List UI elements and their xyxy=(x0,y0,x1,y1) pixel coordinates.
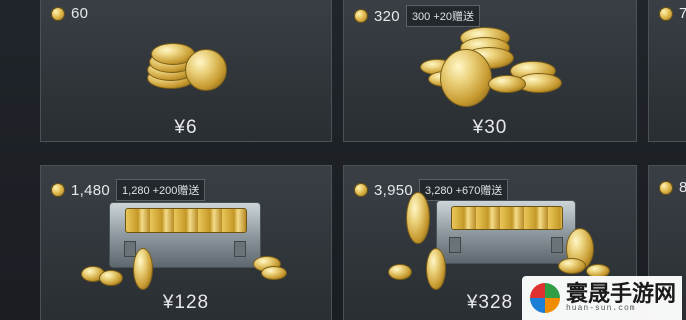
package-amount: 320 xyxy=(374,7,400,25)
gold-coin-icon xyxy=(51,6,65,21)
package-amount: 8 xyxy=(679,179,686,196)
coin-stack-image xyxy=(139,41,239,103)
watermark-text: 寰晟手游网 huan-sun.com xyxy=(566,282,676,313)
gold-coin-icon xyxy=(354,9,368,23)
package-amount: 60 xyxy=(71,5,89,22)
package-card-60[interactable]: 60 ¥6 xyxy=(40,0,332,142)
site-watermark: 寰晟手游网 huan-sun.com xyxy=(522,276,682,320)
coin-pile-image xyxy=(420,21,570,113)
site-logo-icon xyxy=(530,283,560,313)
gold-coin-icon xyxy=(51,183,65,197)
package-header: 60 xyxy=(51,5,88,22)
gold-coin-icon xyxy=(659,180,673,195)
package-card-partial-top[interactable]: 7 xyxy=(648,0,686,142)
package-header: 8 xyxy=(659,179,686,196)
package-price: ¥6 xyxy=(174,117,198,138)
package-amount: 7 xyxy=(679,5,686,22)
gold-coin-icon xyxy=(354,183,368,197)
package-card-1480[interactable]: 1,480 1,280 +200赠送 ¥128 xyxy=(40,165,332,320)
coin-chest-image xyxy=(81,196,311,290)
coin-chest-pile-image xyxy=(388,192,618,290)
package-header: 7 xyxy=(659,5,686,22)
gold-coin-icon xyxy=(659,6,673,21)
store-grid: 60 ¥6 320 300 +20赠送 ¥30 1,480 1,280 +200… xyxy=(0,0,686,320)
package-price: ¥30 xyxy=(472,117,508,138)
package-price: ¥128 xyxy=(162,292,210,313)
package-card-320[interactable]: 320 300 +20赠送 ¥30 xyxy=(343,0,637,142)
watermark-subtitle: huan-sun.com xyxy=(566,304,636,314)
watermark-title: 寰晟手游网 xyxy=(566,281,677,307)
